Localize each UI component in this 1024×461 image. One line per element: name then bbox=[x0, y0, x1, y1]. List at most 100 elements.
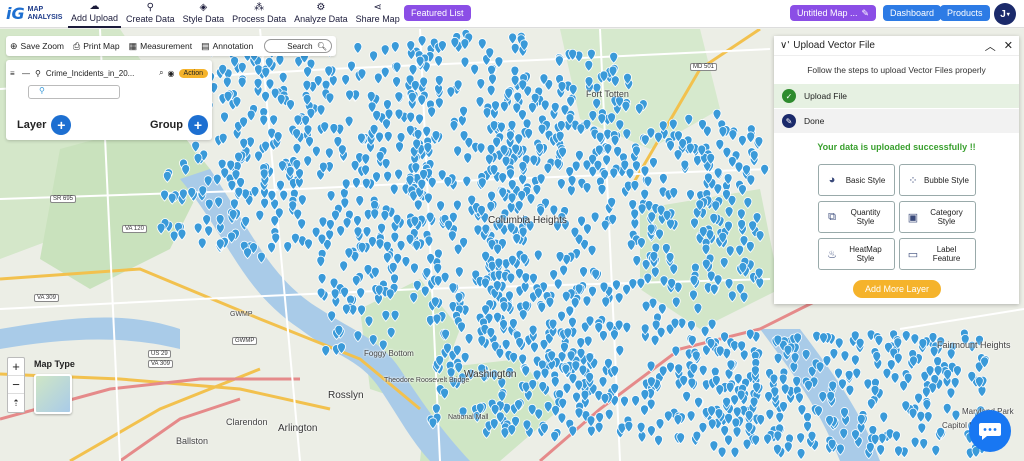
quantity-style-label: Quantity Style bbox=[850, 208, 881, 226]
map-label-foggy-bottom: Foggy Bottom bbox=[364, 349, 414, 358]
add-layer-button[interactable]: + bbox=[51, 115, 72, 135]
map-label-columbia-heights: Columbia Heights bbox=[488, 215, 567, 226]
collapse-chevron-icon[interactable]: ︿ bbox=[985, 38, 996, 54]
measurement-label: Measurement bbox=[140, 41, 193, 51]
user-initial: J bbox=[1000, 8, 1006, 20]
process-icon: ⁂ bbox=[254, 2, 265, 13]
map-label-fort-totten: Fort Totten bbox=[586, 89, 629, 99]
map-label-arlington: Arlington bbox=[278, 423, 318, 434]
map-label-theodore-roosevelt-bridge: Theodore Roosevelt Bridge bbox=[384, 377, 470, 384]
nav-label: Analyze Data bbox=[294, 14, 348, 24]
nav-process-data[interactable]: ⁂ Process Data bbox=[229, 0, 289, 28]
visibility-eye-icon[interactable]: ◉ bbox=[168, 69, 175, 78]
layer-panel: ≡ — ⚲ Crime_Incidents_in_20... ⌕ ◉ Actio… bbox=[6, 60, 212, 140]
share-icon: ⋖ bbox=[373, 2, 382, 13]
nav-add-upload[interactable]: ☁ Add Upload bbox=[68, 0, 122, 28]
map-type-label: Map Type bbox=[34, 359, 75, 369]
pencil-icon: ✎ bbox=[861, 7, 869, 18]
heatmap-style-icon: ♨ bbox=[827, 248, 837, 261]
label-feature-button[interactable]: ▭ Label Feature bbox=[899, 238, 976, 270]
annotation-button[interactable]: ▤ Annotation bbox=[201, 41, 253, 52]
annotation-label: Annotation bbox=[212, 41, 254, 51]
top-navigation-bar: iG MAP ANALYSIS ☁ Add Upload ⚲ Create Dat… bbox=[0, 0, 1024, 28]
featured-list-button[interactable]: Featured List bbox=[404, 5, 471, 21]
check-icon: ✓ bbox=[782, 89, 796, 103]
zoom-control: + − ⇡ bbox=[7, 357, 25, 413]
reset-north-button[interactable]: ⇡ bbox=[8, 394, 24, 412]
nav-share-map[interactable]: ⋖ Share Map bbox=[353, 0, 403, 28]
road-shield: VA 120 bbox=[122, 225, 147, 233]
layer-name: Crime_Incidents_in_20... bbox=[45, 68, 135, 78]
step-label: Upload File bbox=[804, 91, 847, 101]
map-name-label: Untitled Map ... bbox=[797, 8, 858, 18]
dashboard-button[interactable]: Dashboard bbox=[883, 5, 942, 21]
map-type-thumbnail[interactable] bbox=[34, 374, 72, 414]
location-pin-icon: ⚲ bbox=[39, 86, 45, 95]
user-avatar[interactable]: J ▾ bbox=[994, 3, 1016, 25]
category-style-button[interactable]: ▣ Category Style bbox=[899, 201, 976, 233]
collapse-icon[interactable]: — bbox=[22, 69, 30, 78]
add-layer-row: Layer + bbox=[17, 115, 72, 135]
drag-handle-icon[interactable]: ≡ bbox=[10, 69, 19, 78]
map-label-clarendon: Clarendon bbox=[226, 417, 268, 427]
zoom-in-button[interactable]: + bbox=[8, 358, 24, 376]
printer-icon: ⎙ bbox=[73, 40, 81, 51]
map-label-ballston: Ballston bbox=[176, 436, 209, 446]
layer-label: Layer bbox=[17, 119, 47, 131]
nav-label: Share Map bbox=[355, 14, 400, 24]
action-button[interactable]: Action bbox=[178, 68, 208, 78]
bubble-style-button[interactable]: ⁘ Bubble Style bbox=[899, 164, 976, 196]
upload-vector-panel: ∨' Upload Vector File ︿ ✕ Follow the ste… bbox=[774, 36, 1019, 304]
step-upload-file[interactable]: ✓ Upload File bbox=[774, 84, 1019, 108]
map-label-rosslyn: Rosslyn bbox=[328, 390, 364, 401]
nav-analyze-data[interactable]: ⚙ Analyze Data bbox=[291, 0, 351, 28]
basic-style-icon: ◕ bbox=[828, 174, 836, 186]
nav-label: Style Data bbox=[182, 14, 225, 24]
layer-row[interactable]: ≡ — ⚲ Crime_Incidents_in_20... ⌕ ◉ Actio… bbox=[10, 66, 208, 80]
nav-create-data[interactable]: ⚲ Create Data bbox=[123, 0, 178, 28]
step-done[interactable]: ✎ Done bbox=[774, 109, 1019, 133]
search-icon: 🔍︎ bbox=[316, 41, 327, 51]
road-shield: VA 309 bbox=[34, 294, 59, 302]
road-shield: GWMP bbox=[232, 337, 258, 345]
map-name-button[interactable]: Untitled Map ... ✎ bbox=[790, 5, 876, 21]
paint-bucket-icon: ◈ bbox=[199, 2, 208, 13]
app-logo[interactable]: iG MAP ANALYSIS bbox=[0, 4, 68, 23]
cloud-upload-icon: ☁ bbox=[89, 1, 100, 12]
chevron-down-icon: ▾ bbox=[1006, 11, 1010, 18]
logo-mark: iG bbox=[6, 4, 25, 23]
step-label: Done bbox=[804, 116, 825, 126]
road-shield: SR 695 bbox=[50, 195, 77, 203]
logo-text: MAP ANALYSIS bbox=[27, 5, 63, 21]
add-group-row: Group + bbox=[150, 115, 208, 135]
add-more-layer-button[interactable]: Add More Layer bbox=[853, 280, 941, 298]
measurement-button[interactable]: ▦ Measurement bbox=[129, 41, 192, 52]
close-icon[interactable]: ✕ bbox=[1004, 39, 1013, 52]
bubble-style-label: Bubble Style bbox=[924, 175, 969, 185]
upload-panel-header: ∨' Upload Vector File ︿ ✕ bbox=[774, 36, 1019, 56]
products-button[interactable]: Products bbox=[940, 5, 990, 21]
zoom-out-button[interactable]: − bbox=[8, 376, 24, 394]
chat-button[interactable] bbox=[969, 410, 1011, 452]
upload-instructions: Follow the steps to upload Vector Files … bbox=[807, 65, 986, 75]
print-map-label: Print Map bbox=[83, 41, 120, 51]
category-style-icon: ▣ bbox=[907, 211, 919, 224]
bubble-style-icon: ⁘ bbox=[908, 174, 918, 187]
layer-style-field[interactable]: ⚲ bbox=[28, 85, 120, 99]
print-map-button[interactable]: ⎙ Print Map bbox=[73, 41, 120, 52]
save-zoom-button[interactable]: ⊕ Save Zoom bbox=[10, 41, 64, 52]
add-group-button[interactable]: + bbox=[188, 115, 208, 135]
quantity-style-icon: ⧉ bbox=[828, 210, 836, 223]
zoom-to-layer-icon[interactable]: ⌕ bbox=[159, 68, 163, 78]
group-label: Group bbox=[150, 119, 183, 131]
search-input[interactable]: Search 🔍︎ bbox=[264, 39, 332, 53]
quantity-style-button[interactable]: ⧉ Quantity Style bbox=[818, 201, 895, 233]
upload-success-message: Your data is uploaded successfully !! bbox=[817, 142, 976, 152]
annotation-icon: ▤ bbox=[201, 40, 210, 51]
road-shield: US 29 bbox=[148, 350, 171, 358]
map-label-gwmp: GWMP bbox=[230, 311, 253, 318]
basic-style-button[interactable]: ◕ Basic Style bbox=[818, 164, 895, 196]
nav-style-data[interactable]: ◈ Style Data bbox=[180, 0, 228, 28]
heatmap-style-button[interactable]: ♨ HeatMap Style bbox=[818, 238, 895, 270]
road-shield: VA 309 bbox=[148, 360, 173, 368]
